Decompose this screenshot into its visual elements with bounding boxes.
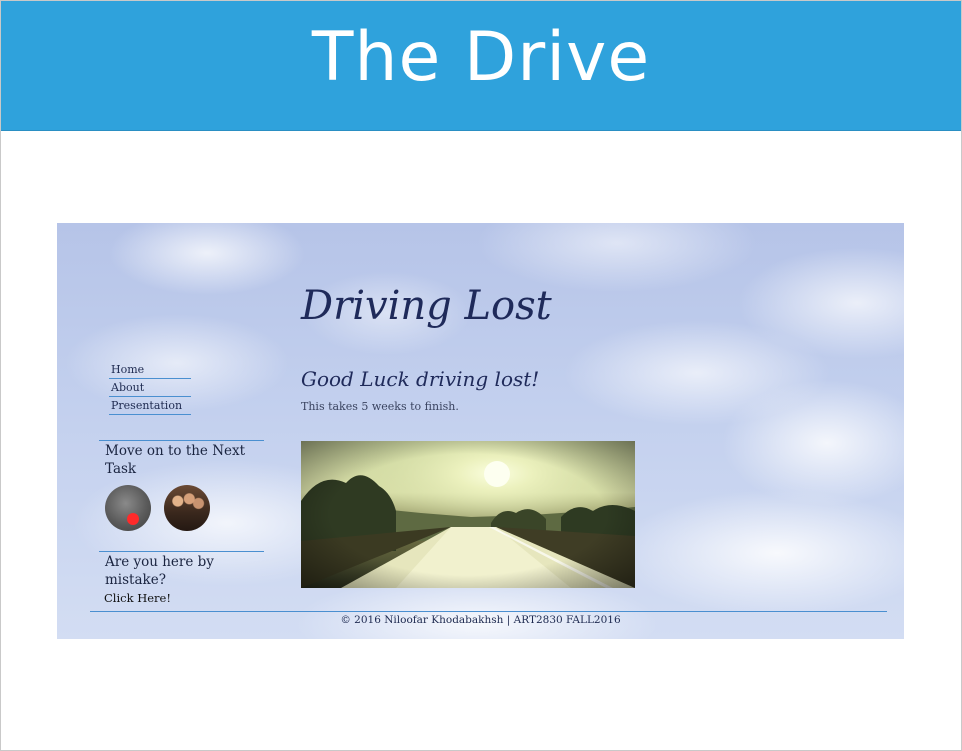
next-task-thumbnail-2[interactable] xyxy=(164,485,210,531)
next-task-thumbnail-1[interactable] xyxy=(105,485,151,531)
sidebar-divider xyxy=(99,440,264,441)
site-footer: © 2016 Niloofar Khodabakhsh | ART2830 FA… xyxy=(340,614,621,626)
title-banner: The Drive xyxy=(1,1,961,131)
nav-item-presentation[interactable]: Presentation xyxy=(109,397,191,415)
sidebar-divider-2 xyxy=(99,551,264,552)
nav-item-about[interactable]: About xyxy=(109,379,191,397)
presentation-slide: The Drive Driving Lost Home About Presen… xyxy=(0,0,962,751)
site-title[interactable]: Driving Lost xyxy=(301,279,552,333)
road-photo-art xyxy=(301,441,635,588)
post-title: Good Luck driving lost! xyxy=(301,367,540,391)
site-nav: Home About Presentation xyxy=(109,361,191,415)
footer-divider xyxy=(90,611,887,612)
red-dot-icon xyxy=(127,513,139,525)
slide-title: The Drive xyxy=(311,18,651,97)
nav-item-home[interactable]: Home xyxy=(109,361,191,379)
post-body: This takes 5 weeks to finish. xyxy=(301,400,459,413)
website-screenshot: Driving Lost Home About Presentation Mov… xyxy=(57,223,904,639)
click-here-link[interactable]: Click Here! xyxy=(104,591,171,605)
next-task-heading: Move on to the Next Task xyxy=(105,443,246,477)
road-photo xyxy=(301,441,635,588)
mistake-heading: Are you here by mistake? xyxy=(105,554,214,588)
